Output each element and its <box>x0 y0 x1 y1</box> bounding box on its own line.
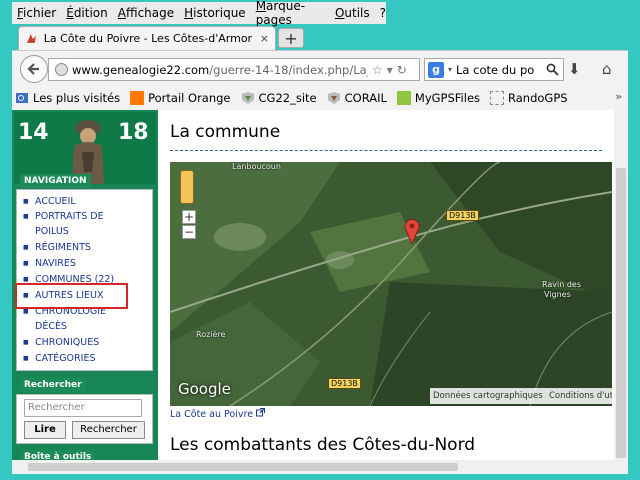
bookmarks-overflow-icon[interactable]: » <box>615 90 622 103</box>
search-input[interactable]: La cote du po <box>456 63 542 77</box>
url-text: www.genealogie22.com/guerre-14-18/index.… <box>72 62 368 77</box>
navigation-box: ACCUEIL PORTRAITS DE POILUS RÉGIMENTS NA… <box>16 189 153 371</box>
lire-button[interactable]: Lire <box>24 421 66 439</box>
menu-affichage[interactable]: Affichage <box>118 6 174 20</box>
new-tab-button[interactable]: + <box>278 28 304 48</box>
pegman-icon[interactable] <box>180 170 194 204</box>
rechercher-button[interactable]: Rechercher <box>72 421 145 439</box>
menu-help[interactable]: ? <box>380 6 386 20</box>
cg22-icon <box>241 92 254 104</box>
globe-icon <box>55 63 68 76</box>
vertical-scroll-thumb[interactable] <box>616 168 626 458</box>
corail-icon <box>327 92 340 104</box>
page-icon <box>490 91 505 105</box>
url-bar[interactable]: www.genealogie22.com/guerre-14-18/index.… <box>48 58 420 81</box>
heading-divider <box>170 150 602 151</box>
bookmark-corail[interactable]: CORAIL <box>327 91 387 105</box>
nav-chroniques[interactable]: CHRONIQUES <box>23 335 133 350</box>
scrollbar-corner <box>614 460 628 474</box>
menu-historique[interactable]: Historique <box>184 6 246 20</box>
zoom-out-button[interactable]: − <box>182 225 196 239</box>
logo-year-left: 14 <box>18 120 49 145</box>
map-data-link[interactable]: Données cartographiques <box>430 388 546 404</box>
bookmark-cg22[interactable]: CG22_site <box>241 91 317 105</box>
map-external-link[interactable]: La Côte au Poivre <box>170 408 266 420</box>
section-heading: Les combattants des Côtes-du-Nord <box>170 435 476 455</box>
map-label-lanboucoun: Lanboucoun <box>232 162 281 171</box>
back-button[interactable] <box>20 55 48 83</box>
download-icon[interactable]: ⬇ <box>568 60 581 78</box>
mygps-icon <box>396 91 411 105</box>
nav-regiments[interactable]: RÉGIMENTS <box>23 240 133 255</box>
nav-navires[interactable]: NAVIRES <box>23 256 133 271</box>
menu-outils[interactable]: Outils <box>335 6 370 20</box>
page-heading: La commune <box>170 122 281 142</box>
url-dropdown-icon[interactable]: ▾ <box>387 63 393 77</box>
horizontal-scroll-thumb[interactable] <box>28 463 458 471</box>
map-label-ravin: Ravin des <box>542 280 582 289</box>
logo-year-right: 18 <box>118 120 149 145</box>
main-content: La commune + − Lanboucoun D913B Ravin de… <box>158 110 614 460</box>
search-header: Rechercher <box>20 378 86 392</box>
horizontal-scrollbar[interactable] <box>12 460 614 474</box>
zoom-in-button[interactable]: + <box>182 210 196 224</box>
bookmark-plus-visites[interactable]: Les plus visités <box>15 91 120 105</box>
menu-edition[interactable]: Édition <box>66 6 108 20</box>
tab-title: La Côte du Poivre - Les Côtes-d'Armor d.… <box>43 32 254 45</box>
map-road-label-2: D913B <box>328 378 361 389</box>
site-search-input[interactable]: Rechercher <box>24 399 142 417</box>
map-label-vignes: Vignes <box>544 290 571 299</box>
bookmark-star-icon[interactable]: ☆ <box>372 63 383 77</box>
map-road-label: D913B <box>446 210 479 221</box>
navigation-header: NAVIGATION <box>20 174 91 188</box>
orange-icon <box>130 91 145 105</box>
search-bar[interactable]: g ▾ La cote du po <box>424 58 564 81</box>
highlight-box <box>15 283 128 309</box>
bookmarks-bar: Les plus visités Portail Orange CG22_sit… <box>12 86 628 110</box>
bookmark-portail-orange[interactable]: Portail Orange <box>130 91 231 105</box>
bookmark-mygpsfiles[interactable]: MyGPSFiles <box>396 91 480 105</box>
vertical-scrollbar[interactable] <box>614 110 628 460</box>
sidebar: 14 18 NAVIGATION ACCUEIL PORTRAITS DE PO… <box>12 110 158 460</box>
toolbox-header: Boîte à outils <box>20 450 96 460</box>
engine-dropdown-icon[interactable]: ▾ <box>448 65 452 74</box>
search-engine-icon[interactable]: g <box>428 61 444 78</box>
navigation-bar: www.genealogie22.com/guerre-14-18/index.… <box>12 50 628 86</box>
nav-portraits[interactable]: PORTRAITS DE POILUS <box>23 209 133 239</box>
site-search-box: Rechercher Lire Rechercher <box>16 394 153 444</box>
menu-marque-pages[interactable]: Marque-pages <box>256 0 325 27</box>
map-label-roziere: Rozière <box>196 330 226 339</box>
browser-tab[interactable]: La Côte du Poivre - Les Côtes-d'Armor d.… <box>18 26 276 50</box>
map-terms-link[interactable]: Conditions d'uti <box>546 388 612 404</box>
external-link-icon <box>256 408 266 417</box>
nav-categories[interactable]: CATÉGORIES <box>23 351 133 366</box>
bookmark-randogps[interactable]: RandoGPS <box>490 91 568 105</box>
favicon-icon <box>26 34 36 43</box>
google-logo: Google <box>178 380 231 398</box>
nav-accueil[interactable]: ACCUEIL <box>23 194 133 209</box>
home-icon[interactable]: ⌂ <box>602 60 612 78</box>
page-content: 14 18 NAVIGATION ACCUEIL PORTRAITS DE PO… <box>12 110 614 460</box>
tab-bar: La Côte du Poivre - Les Côtes-d'Armor d.… <box>12 24 628 50</box>
back-arrow-icon <box>27 63 39 75</box>
map-marker-icon[interactable] <box>404 218 420 244</box>
reload-icon[interactable]: ↻ <box>397 63 407 77</box>
bookmarks-folder-icon <box>16 93 28 103</box>
menu-bar: Fichier Édition Affichage Historique Mar… <box>12 0 386 27</box>
satellite-map[interactable]: + − Lanboucoun D913B Ravin des Vignes Ro… <box>170 162 612 406</box>
search-icon[interactable] <box>546 63 559 76</box>
menu-fichier[interactable]: Fichier <box>17 6 56 20</box>
tab-close-icon[interactable]: × <box>260 32 269 45</box>
